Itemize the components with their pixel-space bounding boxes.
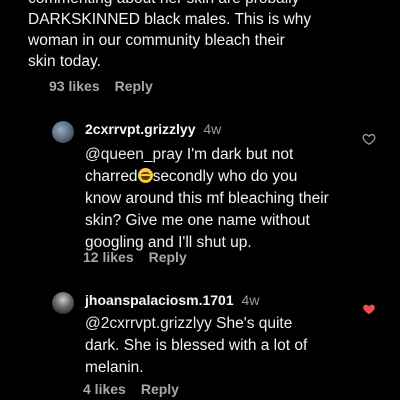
reply-text: know around this mf bleaching their — [85, 190, 329, 207]
comment-text-line: DARKSKINNED black males. This is why — [28, 11, 312, 28]
likes-count-button[interactable]: 4 likes — [83, 381, 126, 397]
heart-icon[interactable] — [362, 132, 376, 146]
reply-button[interactable]: Reply — [141, 381, 179, 397]
timestamp: 4w — [203, 121, 222, 137]
mention-link[interactable]: @queen_pray — [85, 146, 183, 163]
comment-text-line: skin today. — [28, 53, 101, 70]
comment-text-line: woman in our community bleach their — [28, 32, 285, 49]
comment-text-line: commenting about her skin are probally — [28, 0, 388, 9]
comment-meta: 93 likes Reply — [49, 78, 153, 94]
laughing-emoji-icon — [137, 168, 153, 183]
likes-count-button[interactable]: 12 likes — [83, 249, 134, 265]
likes-count-button[interactable]: 93 likes — [49, 78, 100, 94]
reply-meta: 4 likes Reply — [83, 381, 179, 397]
reply-body: @queen_pray I'm dark but not charred seco… — [85, 144, 330, 254]
reply-text: dark. She is blessed with a lot of — [85, 337, 308, 354]
reply-header: jhoanspalaciosm.1701 4w — [85, 292, 259, 308]
reply-button[interactable]: Reply — [149, 249, 187, 265]
reply-meta: 12 likes Reply — [83, 249, 187, 265]
reply-text: charred — [85, 168, 138, 185]
reply-text: She's quite — [211, 315, 293, 332]
avatar[interactable] — [52, 292, 74, 314]
reply-body: @2cxrrvpt.grizzlyy She's quite dark. She… — [85, 313, 330, 379]
username-link[interactable]: 2cxrrvpt.grizzlyy — [85, 121, 196, 137]
comment-body: commenting about her skin are probally D… — [28, 0, 388, 72]
heart-filled-icon[interactable] — [362, 302, 376, 316]
username-link[interactable]: jhoanspalaciosm.1701 — [85, 292, 234, 308]
reply-text: secondly who do you — [152, 168, 298, 185]
reply-text: I'm dark but not — [182, 146, 294, 163]
reply-button[interactable]: Reply — [115, 78, 153, 94]
reply-header: 2cxrrvpt.grizzlyy 4w — [85, 121, 221, 137]
mention-link[interactable]: @2cxrrvpt.grizzlyy — [85, 315, 212, 332]
avatar[interactable] — [52, 121, 74, 143]
timestamp: 4w — [241, 292, 260, 308]
reply-text: skin? Give me one name without — [85, 212, 310, 229]
reply-text: melanin. — [85, 359, 144, 376]
